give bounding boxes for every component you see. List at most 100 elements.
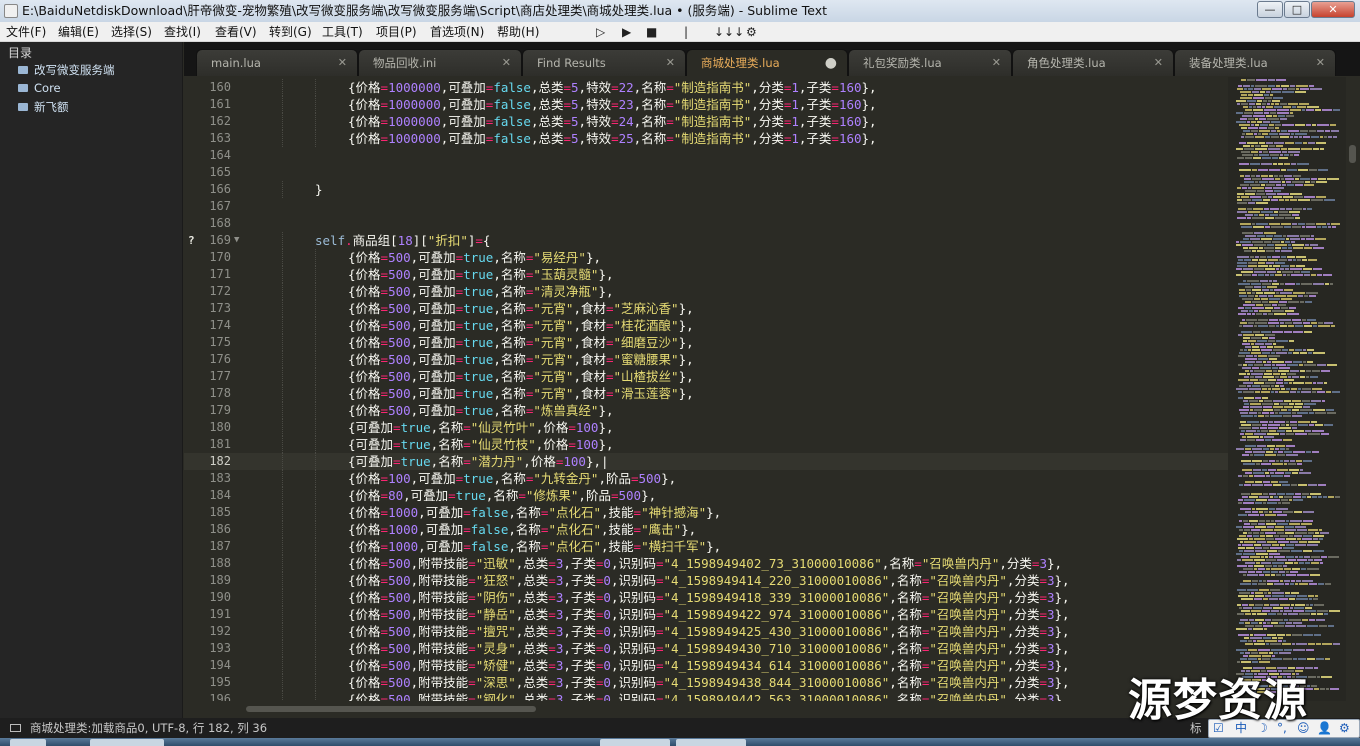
line-gutter[interactable]: 188 — [184, 555, 246, 572]
line-gutter[interactable]: 181 — [184, 436, 246, 453]
code-line[interactable]: 186 {价格=1000,可叠加=false,名称="点化石",技能="鹰击"}, — [184, 521, 1228, 538]
ime-settings-icon[interactable]: ⚙ — [1339, 720, 1350, 737]
menu-tools[interactable]: 工具(T) — [322, 22, 363, 42]
taskbar-item[interactable] — [90, 739, 164, 746]
code-line[interactable]: 169? ▼ self.商品组[18]["折扣"]={ — [184, 232, 1228, 249]
line-gutter[interactable]: 167 — [184, 198, 246, 215]
code-line[interactable]: 196 {价格=500,附带技能="钢化",总类=3,子类=0,识别码="4_15… — [184, 691, 1228, 701]
line-gutter[interactable]: 171 — [184, 266, 246, 283]
tab-role-handler[interactable]: 角色处理类.lua ✕ — [1012, 49, 1174, 76]
code-line[interactable]: 161 {价格=1000000,可叠加=false,总类=5,特效=23,名称="… — [184, 96, 1228, 113]
code-line[interactable]: 182 {可叠加=true,名称="潜力丹",价格=100},| — [184, 453, 1228, 470]
code-line[interactable]: 178 {价格=500,可叠加=true,名称="元宵",食材="滑玉莲蓉"}, — [184, 385, 1228, 402]
run-icon[interactable]: ▶ — [622, 22, 631, 42]
line-gutter[interactable]: 185 — [184, 504, 246, 521]
ime-user-icon[interactable]: 👤 — [1317, 720, 1332, 737]
line-gutter[interactable]: 162 — [184, 113, 246, 130]
vertical-scrollbar[interactable] — [1346, 77, 1360, 701]
code-line[interactable]: 170 {价格=500,可叠加=true,名称="易经丹"}, — [184, 249, 1228, 266]
code-line[interactable]: 193 {价格=500,附带技能="灵身",总类=3,子类=0,识别码="4_15… — [184, 640, 1228, 657]
line-gutter[interactable]: 187 — [184, 538, 246, 555]
line-gutter[interactable]: 183 — [184, 470, 246, 487]
code-line[interactable]: 187 {价格=1000,可叠加=false,名称="点化石",技能="横扫千军"… — [184, 538, 1228, 555]
maximize-button[interactable]: □ — [1284, 1, 1310, 18]
menu-project[interactable]: 项目(P) — [376, 22, 417, 42]
menu-preferences[interactable]: 首选项(N) — [430, 22, 484, 42]
line-gutter[interactable]: 180 — [184, 419, 246, 436]
code-line[interactable]: 165 — [184, 164, 1228, 181]
line-gutter[interactable]: 190 — [184, 589, 246, 606]
tab-close-icon[interactable]: ✕ — [338, 50, 347, 76]
code-line[interactable]: 168 — [184, 215, 1228, 232]
tab-close-icon[interactable]: ✕ — [1316, 50, 1325, 76]
sidebar-folder-server[interactable]: 改写微变服务端 — [18, 62, 115, 78]
menu-select[interactable]: 选择(S) — [111, 22, 152, 42]
stop-icon[interactable]: ■ — [646, 22, 657, 42]
line-gutter[interactable]: 184 — [184, 487, 246, 504]
code-line[interactable]: 181 {可叠加=true,名称="仙灵竹枝",价格=100}, — [184, 436, 1228, 453]
code-line[interactable]: 179 {价格=500,可叠加=true,名称="炼兽真经"}, — [184, 402, 1228, 419]
line-gutter[interactable]: 173 — [184, 300, 246, 317]
minimap[interactable] — [1228, 77, 1346, 701]
line-gutter[interactable]: 192 — [184, 623, 246, 640]
tab-find-results[interactable]: Find Results ✕ — [522, 49, 686, 76]
code-line[interactable]: 189 {价格=500,附带技能="狂怒",总类=3,子类=0,识别码="4_15… — [184, 572, 1228, 589]
line-gutter[interactable]: 196 — [184, 691, 246, 701]
taskbar-item[interactable] — [10, 739, 46, 746]
line-gutter[interactable]: 161 — [184, 96, 246, 113]
line-gutter[interactable]: 179 — [184, 402, 246, 419]
tab-item-recycle[interactable]: 物品回收.ini ✕ — [358, 49, 522, 76]
code-editor[interactable]: 160 {价格=1000000,可叠加=false,总类=5,特效=22,名称="… — [184, 77, 1228, 701]
code-line[interactable]: 176 {价格=500,可叠加=true,名称="元宵",食材="蜜糖腰果"}, — [184, 351, 1228, 368]
scrollbar-thumb[interactable] — [246, 706, 536, 712]
code-line[interactable]: 175 {价格=500,可叠加=true,名称="元宵",食材="细磨豆沙"}, — [184, 334, 1228, 351]
code-line[interactable]: 195 {价格=500,附带技能="深思",总类=3,子类=0,识别码="4_15… — [184, 674, 1228, 691]
code-line[interactable]: 172 {价格=500,可叠加=true,名称="清灵净瓶"}, — [184, 283, 1228, 300]
scrollbar-thumb[interactable] — [1349, 145, 1356, 163]
close-button[interactable]: ✕ — [1311, 1, 1355, 18]
line-gutter[interactable]: 174 — [184, 317, 246, 334]
line-gutter[interactable]: 194 — [184, 657, 246, 674]
settings-icon[interactable]: ⚙ — [746, 22, 757, 42]
line-gutter[interactable]: 172 — [184, 283, 246, 300]
tab-main-lua[interactable]: main.lua ✕ — [196, 49, 358, 76]
code-line[interactable]: 163 {价格=1000000,可叠加=false,总类=5,特效=25,名称="… — [184, 130, 1228, 147]
line-gutter[interactable]: 164 — [184, 147, 246, 164]
code-line[interactable]: 167 — [184, 198, 1228, 215]
tab-close-icon[interactable]: ✕ — [992, 50, 1001, 76]
tab-mall-handler[interactable]: 商城处理类.lua ● — [686, 49, 848, 76]
minimize-button[interactable]: — — [1257, 1, 1283, 18]
code-line[interactable]: 174 {价格=500,可叠加=true,名称="元宵",食材="桂花酒酿"}, — [184, 317, 1228, 334]
code-line[interactable]: 191 {价格=500,附带技能="静岳",总类=3,子类=0,识别码="4_15… — [184, 606, 1228, 623]
step-over-icon[interactable]: ↓↓↓ — [714, 22, 744, 42]
line-gutter[interactable]: 168 — [184, 215, 246, 232]
code-line[interactable]: 184 {价格=80,可叠加=true,名称="修炼果",阶品=500}, — [184, 487, 1228, 504]
tab-close-icon[interactable]: ✕ — [666, 50, 675, 76]
fold-arrow-icon[interactable]: ▼ — [234, 232, 239, 249]
line-gutter[interactable]: 163 — [184, 130, 246, 147]
line-gutter[interactable]: 177 — [184, 368, 246, 385]
line-gutter[interactable]: 169? ▼ — [184, 232, 246, 249]
code-line[interactable]: 192 {价格=500,附带技能="擅咒",总类=3,子类=0,识别码="4_15… — [184, 623, 1228, 640]
code-line[interactable]: 171 {价格=500,可叠加=true,名称="玉葫灵髓"}, — [184, 266, 1228, 283]
menu-help[interactable]: 帮助(H) — [497, 22, 539, 42]
tab-equip-handler[interactable]: 装备处理类.lua ✕ — [1174, 49, 1336, 76]
code-line[interactable]: 164 — [184, 147, 1228, 164]
line-gutter[interactable]: 160 — [184, 79, 246, 96]
code-line[interactable]: 173 {价格=500,可叠加=true,名称="元宵",食材="芝麻沁香"}, — [184, 300, 1228, 317]
line-gutter[interactable]: 193 — [184, 640, 246, 657]
run-outline-icon[interactable]: ▷ — [596, 22, 605, 42]
menu-edit[interactable]: 编辑(E) — [58, 22, 99, 42]
menu-view[interactable]: 查看(V) — [215, 22, 257, 42]
unsaved-dot-icon[interactable]: ● — [825, 50, 837, 76]
line-gutter[interactable]: 189 — [184, 572, 246, 589]
code-line[interactable]: 183 {价格=100,可叠加=true,名称="九转金丹",阶品=500}, — [184, 470, 1228, 487]
menu-find[interactable]: 查找(I) — [164, 22, 201, 42]
code-line[interactable]: 188 {价格=500,附带技能="迅敏",总类=3,子类=0,识别码="4_15… — [184, 555, 1228, 572]
tab-close-icon[interactable]: ✕ — [502, 50, 511, 76]
line-gutter[interactable]: 182 — [184, 453, 246, 470]
code-line[interactable]: 190 {价格=500,附带技能="阴伤",总类=3,子类=0,识别码="4_15… — [184, 589, 1228, 606]
taskbar-item[interactable] — [676, 739, 746, 746]
code-line[interactable]: 177 {价格=500,可叠加=true,名称="元宵",食材="山楂拔丝"}, — [184, 368, 1228, 385]
tab-gift-reward[interactable]: 礼包奖励类.lua ✕ — [848, 49, 1012, 76]
